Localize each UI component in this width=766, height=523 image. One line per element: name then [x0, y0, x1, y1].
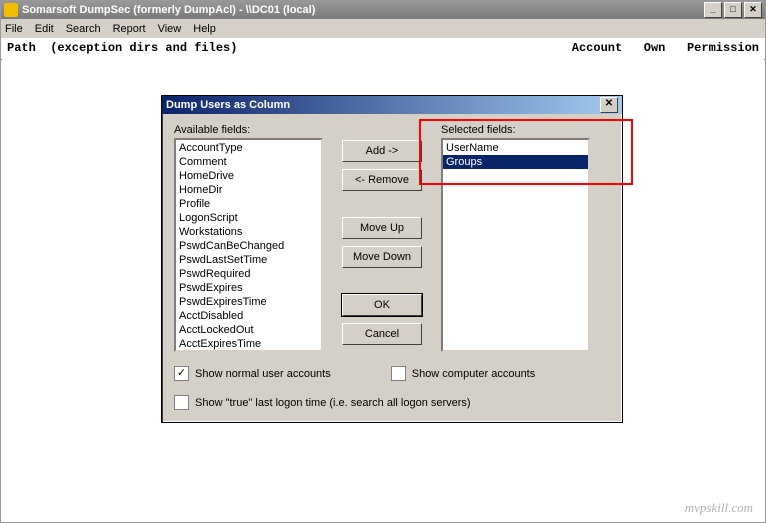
list-item[interactable]: AcctLockedOut: [176, 323, 321, 337]
menu-file[interactable]: File: [5, 23, 23, 35]
dialog-close-button[interactable]: ✕: [600, 97, 618, 113]
dump-users-dialog: Dump Users as Column ✕ Available fields:…: [161, 95, 623, 423]
remove-button[interactable]: <- Remove: [342, 169, 422, 191]
show-true-lastlogon-label: Show "true" last logon time (i.e. search…: [195, 397, 471, 409]
list-item[interactable]: UserName: [443, 141, 588, 155]
list-item[interactable]: PswdRequired: [176, 267, 321, 281]
dialog-title: Dump Users as Column: [166, 99, 600, 111]
maximize-button[interactable]: □: [724, 2, 742, 18]
show-computer-checkbox[interactable]: [391, 366, 406, 381]
menu-bar: File Edit Search Report View Help: [1, 19, 765, 39]
move-down-button[interactable]: Move Down: [342, 246, 422, 268]
list-item[interactable]: PswdExpiresTime: [176, 295, 321, 309]
ok-button[interactable]: OK: [342, 294, 422, 316]
selected-fields-list[interactable]: UserNameGroups: [441, 138, 590, 352]
menu-report[interactable]: Report: [113, 23, 146, 35]
dialog-titlebar[interactable]: Dump Users as Column ✕: [162, 96, 622, 114]
list-item[interactable]: PswdLastSetTime: [176, 253, 321, 267]
list-item[interactable]: PswdExpires: [176, 281, 321, 295]
move-up-button[interactable]: Move Up: [342, 217, 422, 239]
list-item[interactable]: PswdCanBeChanged: [176, 239, 321, 253]
selected-fields-label: Selected fields:: [441, 124, 590, 136]
list-item[interactable]: Comment: [176, 155, 321, 169]
app-icon: [4, 3, 18, 17]
minimize-button[interactable]: _: [704, 2, 722, 18]
list-item[interactable]: HomeDir: [176, 183, 321, 197]
add-button[interactable]: Add ->: [342, 140, 422, 162]
header-account: Account Own Permission: [572, 41, 759, 59]
column-headers: Path (exception dirs and files) Account …: [1, 39, 765, 60]
available-fields-list[interactable]: AccountTypeCommentHomeDriveHomeDirProfil…: [174, 138, 323, 352]
menu-search[interactable]: Search: [66, 23, 101, 35]
window-controls: _ □ ✕: [704, 2, 762, 18]
show-true-lastlogon-checkbox[interactable]: [174, 395, 189, 410]
header-path: Path (exception dirs and files): [7, 41, 237, 59]
list-item[interactable]: AcctDisabled: [176, 309, 321, 323]
menu-view[interactable]: View: [158, 23, 182, 35]
list-item[interactable]: Groups: [443, 155, 588, 169]
list-item[interactable]: Profile: [176, 197, 321, 211]
show-computer-label: Show computer accounts: [412, 368, 536, 380]
menu-edit[interactable]: Edit: [35, 23, 54, 35]
cancel-button[interactable]: Cancel: [342, 323, 422, 345]
main-window-title: Somarsoft DumpSec (formerly DumpAcl) - \…: [22, 4, 704, 16]
main-window-titlebar: Somarsoft DumpSec (formerly DumpAcl) - \…: [1, 1, 765, 19]
list-item[interactable]: LastLogonTime: [176, 351, 321, 352]
menu-help[interactable]: Help: [193, 23, 216, 35]
list-item[interactable]: LogonScript: [176, 211, 321, 225]
watermark: mvpskill.com: [685, 500, 753, 516]
list-item[interactable]: Workstations: [176, 225, 321, 239]
available-fields-label: Available fields:: [174, 124, 323, 136]
show-normal-checkbox[interactable]: [174, 366, 189, 381]
list-item[interactable]: AcctExpiresTime: [176, 337, 321, 351]
list-item[interactable]: AccountType: [176, 141, 321, 155]
show-normal-label: Show normal user accounts: [195, 368, 331, 380]
list-item[interactable]: HomeDrive: [176, 169, 321, 183]
close-button[interactable]: ✕: [744, 2, 762, 18]
